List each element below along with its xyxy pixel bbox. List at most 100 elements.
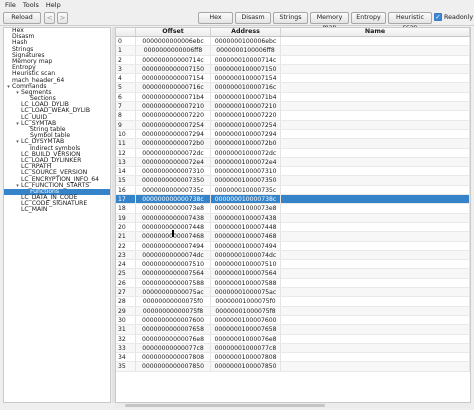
cell-address: 0000000100007658 (211, 325, 281, 334)
cell-address: 00000001000076e8 (211, 334, 281, 343)
table-row[interactable]: 9 0000000000007254 0000000100007254 (116, 120, 470, 130)
cell-name (281, 204, 470, 213)
cell-index: 1 (116, 46, 136, 55)
table-row[interactable]: 4 0000000000007154 0000000100007154 (116, 74, 470, 84)
cell-address: 000000010000714c (211, 55, 281, 64)
column-header-offset[interactable]: Offset (136, 28, 211, 36)
cell-address: 000000010000738c (211, 195, 281, 204)
table-row[interactable]: 34 0000000000007808 0000000100007808 (116, 353, 470, 363)
cell-name (281, 306, 470, 315)
strings-button[interactable]: Strings (273, 12, 308, 24)
horizontal-scrollbar[interactable] (115, 403, 471, 408)
cell-address: 0000000100007294 (211, 129, 281, 139)
entropy-button[interactable]: Entropy (351, 12, 386, 24)
cell-address: 0000000100007468 (211, 232, 281, 241)
column-header-name[interactable]: Name (281, 28, 470, 36)
menu-tools[interactable]: Tools (21, 0, 44, 10)
column-header-address[interactable]: Address (211, 28, 281, 36)
table-row[interactable]: 1 0000000000006ff8 0000000100006ff8 (116, 46, 470, 56)
cell-index: 11 (116, 139, 136, 148)
table-row[interactable]: 14 0000000000007310 0000000100007310 (116, 167, 470, 177)
cell-index: 19 (116, 213, 136, 222)
forward-button[interactable]: > (57, 12, 68, 24)
cell-name (281, 222, 470, 232)
table-row[interactable]: 18 00000000000073e8 00000001000073e8 (116, 204, 470, 214)
table-row[interactable]: 35 0000000000007850 0000000100007850 (116, 362, 470, 372)
scrollbar-thumb[interactable] (125, 404, 325, 407)
table-row[interactable]: 8 0000000000007220 0000000100007220 (116, 111, 470, 121)
cell-index: 24 (116, 260, 136, 269)
table-row[interactable]: 15 0000000000007350 0000000100007350 (116, 176, 470, 186)
cell-name (281, 334, 470, 343)
table-row[interactable]: 17 000000000000738c 000000010000738c (116, 195, 470, 205)
cell-name (281, 260, 470, 269)
cell-offset: 000000000000716c (136, 83, 211, 92)
hex-button[interactable]: Hex (198, 12, 233, 24)
table-row[interactable]: 23 00000000000074dc 00000001000074dc (116, 250, 470, 261)
table-row[interactable]: 24 0000000000007510 0000000100007510 (116, 260, 470, 270)
table-row[interactable]: 21 0000000000007468 0000000100007468 (116, 232, 470, 242)
table-row[interactable]: 6 00000000000071b4 00000001000071b4 (116, 92, 470, 103)
table-row[interactable]: 29 00000000000075f8 00000001000075f8 (116, 306, 470, 316)
table-row[interactable]: 11 00000000000072b0 00000001000072b0 (116, 139, 470, 149)
table-row[interactable]: 5 000000000000716c 000000010000716c (116, 83, 470, 93)
navigation-tree[interactable]: Hex Disasm Hash Strings Signatures Memory map… (3, 27, 111, 403)
table-row[interactable]: 10 0000000000007294 0000000100007294 (116, 129, 470, 140)
table-row[interactable]: 19 0000000000007438 0000000100007438 (116, 213, 470, 223)
table-row[interactable]: 31 0000000000007658 0000000100007658 (116, 325, 470, 335)
disasm-button[interactable]: Disasm (235, 12, 271, 24)
table-row[interactable]: 0 0000000000006ebc 0000000100006ebc (116, 37, 470, 47)
memory-map-button[interactable]: Memory map (310, 12, 349, 31)
cell-index: 29 (116, 306, 136, 315)
cell-index: 9 (116, 120, 136, 129)
table-row[interactable]: 20 0000000000007448 0000000100007448 (116, 222, 470, 233)
cell-index: 2 (116, 55, 136, 64)
cell-offset: 00000000000076e8 (136, 334, 211, 343)
cell-offset: 0000000000007150 (136, 64, 211, 74)
cell-name (281, 185, 470, 195)
heuristic-scan-button[interactable]: Heuristic scan (388, 12, 432, 31)
table-row[interactable]: 26 0000000000007588 0000000100007588 (116, 278, 470, 289)
table-row[interactable]: 32 00000000000076e8 00000001000076e8 (116, 334, 470, 344)
cell-address: 00000001000071b4 (211, 92, 281, 102)
table-row[interactable]: 2 000000000000714c 000000010000714c (116, 55, 470, 65)
table-row[interactable]: 3 0000000000007150 0000000100007150 (116, 64, 470, 75)
cell-address: 000000010000716c (211, 83, 281, 92)
cell-name (281, 213, 470, 222)
cell-address: 0000000100007254 (211, 120, 281, 129)
table-row[interactable]: 12 00000000000072dc 00000001000072dc (116, 148, 470, 158)
readonly-label: Readonly (444, 14, 474, 21)
table-body: 0 0000000000006ebc 0000000100006ebc 1 000000… (116, 37, 470, 372)
readonly-checkbox[interactable]: ✓ (434, 13, 442, 21)
menu-file[interactable]: File (3, 0, 21, 10)
table-row[interactable]: 28 00000000000075f0 00000001000075f0 (116, 297, 470, 307)
cell-index: 34 (116, 353, 136, 362)
cell-address: 0000000100007438 (211, 213, 281, 222)
table-row[interactable]: 16 000000000000735c 000000010000735c (116, 185, 470, 196)
table-row[interactable]: 27 00000000000075ac 00000001000075ac (116, 288, 470, 298)
table-row[interactable]: 7 0000000000007210 0000000100007210 (116, 102, 470, 112)
cell-address: 0000000100007588 (211, 278, 281, 288)
table-row[interactable]: 25 0000000000007564 0000000100007564 (116, 269, 470, 279)
table-row[interactable]: 33 00000000000077c8 00000001000077c8 (116, 343, 470, 354)
back-button[interactable]: < (44, 12, 55, 24)
cell-index: 3 (116, 64, 136, 74)
table-row[interactable]: 22 0000000000007494 0000000100007494 (116, 241, 470, 251)
column-header-index[interactable] (116, 28, 136, 36)
cell-address: 0000000100007154 (211, 74, 281, 83)
cell-address: 0000000100007448 (211, 222, 281, 232)
cell-offset: 0000000000007588 (136, 278, 211, 288)
cell-offset: 000000000000714c (136, 55, 211, 64)
cell-index: 18 (116, 204, 136, 213)
cell-index: 12 (116, 148, 136, 157)
cell-offset: 00000000000077c8 (136, 343, 211, 353)
cell-name (281, 111, 470, 120)
table-row[interactable]: 30 0000000000007600 0000000100007600 (116, 315, 470, 326)
reload-button[interactable]: Reload (3, 12, 41, 24)
cell-address: 00000001000077c8 (211, 343, 281, 353)
cell-offset: 0000000000007210 (136, 102, 211, 111)
cell-name (281, 315, 470, 325)
menu-help[interactable]: Help (44, 0, 66, 10)
table-row[interactable]: 13 00000000000072e4 00000001000072e4 (116, 157, 470, 168)
tree-item[interactable]: LC_MAIN (4, 207, 110, 213)
